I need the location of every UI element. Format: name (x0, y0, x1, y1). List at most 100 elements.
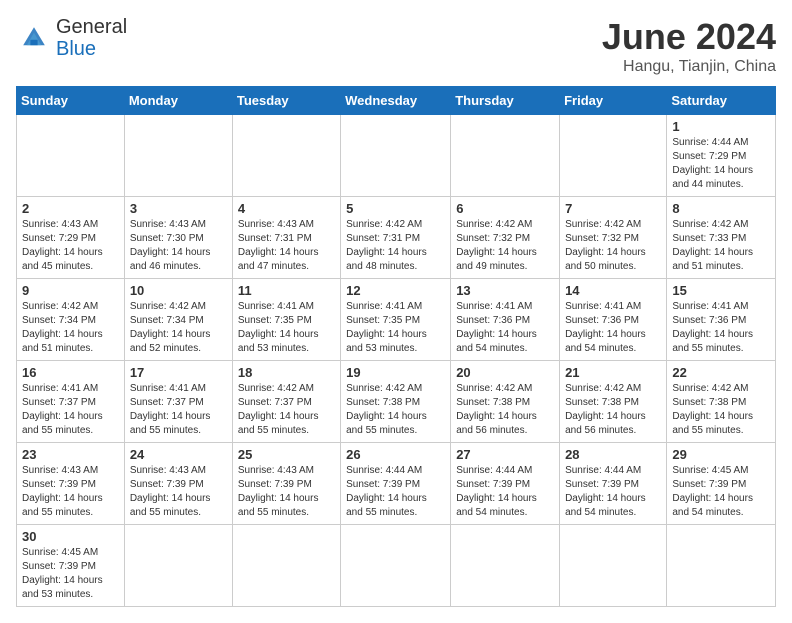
day-info: Sunrise: 4:42 AM Sunset: 7:38 PM Dayligh… (346, 382, 445, 438)
calendar-cell: 17Sunrise: 4:41 AM Sunset: 7:37 PM Dayli… (124, 361, 232, 443)
calendar-cell: 7 Sunrise: 4:42 AM Sunset: 7:32 PM Daylig… (560, 197, 667, 279)
day-info: Sunrise: 4:43 AM Sunset: 7:39 PM Dayligh… (22, 464, 119, 520)
day-info: Sunrise: 4:43 AM Sunset: 7:30 PM Dayligh… (130, 218, 227, 274)
calendar-cell: 15Sunrise: 4:41 AM Sunset: 7:36 PM Dayli… (667, 279, 776, 361)
logo-icon (16, 20, 52, 56)
logo-line1: General (56, 16, 127, 38)
calendar-cell: 16 Sunrise: 4:41 AM Sunset: 7:37 PM Dayli… (17, 361, 125, 443)
day-info: Sunrise: 4:43 AM Sunset: 7:39 PM Dayligh… (238, 464, 335, 520)
calendar-cell (341, 525, 451, 607)
day-number: 19 (346, 365, 445, 380)
calendar-table: SundayMondayTuesdayWednesdayThursdayFrid… (16, 86, 776, 607)
calendar-cell: 6Sunrise: 4:42 AM Sunset: 7:32 PM Daylig… (451, 197, 560, 279)
day-number: 15 (672, 283, 770, 298)
calendar-week-1: 1 Sunrise: 4:44 AM Sunset: 7:29 PM Daylig… (17, 115, 776, 197)
calendar-week-2: 2 Sunrise: 4:43 AM Sunset: 7:29 PM Daylig… (17, 197, 776, 279)
day-number: 16 (22, 365, 119, 380)
day-number: 28 (565, 447, 661, 462)
day-number: 2 (22, 201, 119, 216)
weekday-header-friday: Friday (560, 87, 667, 115)
calendar-cell: 23 Sunrise: 4:43 AM Sunset: 7:39 PM Dayli… (17, 443, 125, 525)
calendar-cell: 26 Sunrise: 4:44 AM Sunset: 7:39 PM Dayli… (341, 443, 451, 525)
day-number: 1 (672, 119, 770, 134)
day-number: 5 (346, 201, 445, 216)
day-info: Sunrise: 4:42 AM Sunset: 7:38 PM Dayligh… (565, 382, 661, 438)
day-number: 29 (672, 447, 770, 462)
day-info: Sunrise: 4:42 AM Sunset: 7:38 PM Dayligh… (672, 382, 770, 438)
day-info: Sunrise: 4:42 AM Sunset: 7:34 PM Dayligh… (22, 300, 119, 356)
day-number: 7 (565, 201, 661, 216)
calendar-week-6: 30 Sunrise: 4:45 AM Sunset: 7:39 PM Dayli… (17, 525, 776, 607)
calendar-cell: 18Sunrise: 4:42 AM Sunset: 7:37 PM Dayli… (232, 361, 340, 443)
day-number: 27 (456, 447, 554, 462)
day-info: Sunrise: 4:43 AM Sunset: 7:29 PM Dayligh… (22, 218, 119, 274)
calendar-cell (560, 525, 667, 607)
header: General Blue June 2024 Hangu, Tianjin, C… (16, 16, 776, 76)
calendar-cell (232, 525, 340, 607)
calendar-cell: 28Sunrise: 4:44 AM Sunset: 7:39 PM Dayli… (560, 443, 667, 525)
calendar-cell: 29 Sunrise: 4:45 AM Sunset: 7:39 PM Dayli… (667, 443, 776, 525)
day-info: Sunrise: 4:44 AM Sunset: 7:39 PM Dayligh… (346, 464, 445, 520)
calendar-cell: 8Sunrise: 4:42 AM Sunset: 7:33 PM Daylig… (667, 197, 776, 279)
weekday-header-saturday: Saturday (667, 87, 776, 115)
day-number: 9 (22, 283, 119, 298)
logo: General Blue (16, 16, 127, 60)
calendar-cell (451, 525, 560, 607)
day-info: Sunrise: 4:42 AM Sunset: 7:38 PM Dayligh… (456, 382, 554, 438)
calendar-cell: 12 Sunrise: 4:41 AM Sunset: 7:35 PM Dayli… (341, 279, 451, 361)
location-title: Hangu, Tianjin, China (602, 58, 776, 76)
day-info: Sunrise: 4:43 AM Sunset: 7:31 PM Dayligh… (238, 218, 335, 274)
day-number: 30 (22, 529, 119, 544)
calendar-cell (451, 115, 560, 197)
day-info: Sunrise: 4:41 AM Sunset: 7:36 PM Dayligh… (456, 300, 554, 356)
calendar-cell: 25 Sunrise: 4:43 AM Sunset: 7:39 PM Dayli… (232, 443, 340, 525)
calendar-cell: 30 Sunrise: 4:45 AM Sunset: 7:39 PM Dayli… (17, 525, 125, 607)
calendar-cell: 14Sunrise: 4:41 AM Sunset: 7:36 PM Dayli… (560, 279, 667, 361)
weekday-header-thursday: Thursday (451, 87, 560, 115)
weekday-header-monday: Monday (124, 87, 232, 115)
day-info: Sunrise: 4:45 AM Sunset: 7:39 PM Dayligh… (672, 464, 770, 520)
day-info: Sunrise: 4:41 AM Sunset: 7:35 PM Dayligh… (238, 300, 335, 356)
day-number: 11 (238, 283, 335, 298)
day-number: 12 (346, 283, 445, 298)
day-number: 13 (456, 283, 554, 298)
day-info: Sunrise: 4:42 AM Sunset: 7:31 PM Dayligh… (346, 218, 445, 274)
day-info: Sunrise: 4:41 AM Sunset: 7:37 PM Dayligh… (22, 382, 119, 438)
logo-line2: Blue (56, 38, 127, 60)
day-number: 22 (672, 365, 770, 380)
day-number: 23 (22, 447, 119, 462)
day-number: 24 (130, 447, 227, 462)
day-number: 26 (346, 447, 445, 462)
day-number: 14 (565, 283, 661, 298)
calendar-cell: 22 Sunrise: 4:42 AM Sunset: 7:38 PM Dayli… (667, 361, 776, 443)
day-number: 25 (238, 447, 335, 462)
calendar-cell: 9 Sunrise: 4:42 AM Sunset: 7:34 PM Daylig… (17, 279, 125, 361)
day-info: Sunrise: 4:45 AM Sunset: 7:39 PM Dayligh… (22, 546, 119, 602)
day-info: Sunrise: 4:41 AM Sunset: 7:35 PM Dayligh… (346, 300, 445, 356)
calendar-cell (17, 115, 125, 197)
day-number: 10 (130, 283, 227, 298)
calendar-cell: 1 Sunrise: 4:44 AM Sunset: 7:29 PM Daylig… (667, 115, 776, 197)
weekday-header-tuesday: Tuesday (232, 87, 340, 115)
calendar-cell: 20Sunrise: 4:42 AM Sunset: 7:38 PM Dayli… (451, 361, 560, 443)
calendar-cell: 3 Sunrise: 4:43 AM Sunset: 7:30 PM Daylig… (124, 197, 232, 279)
day-number: 17 (130, 365, 227, 380)
calendar-cell (124, 525, 232, 607)
day-number: 3 (130, 201, 227, 216)
day-info: Sunrise: 4:42 AM Sunset: 7:34 PM Dayligh… (130, 300, 227, 356)
calendar-week-5: 23 Sunrise: 4:43 AM Sunset: 7:39 PM Dayli… (17, 443, 776, 525)
calendar-cell (560, 115, 667, 197)
calendar-week-4: 16 Sunrise: 4:41 AM Sunset: 7:37 PM Dayli… (17, 361, 776, 443)
day-info: Sunrise: 4:42 AM Sunset: 7:32 PM Dayligh… (565, 218, 661, 274)
calendar-cell: 19 Sunrise: 4:42 AM Sunset: 7:38 PM Dayli… (341, 361, 451, 443)
day-info: Sunrise: 4:42 AM Sunset: 7:33 PM Dayligh… (672, 218, 770, 274)
day-info: Sunrise: 4:43 AM Sunset: 7:39 PM Dayligh… (130, 464, 227, 520)
title-block: June 2024 Hangu, Tianjin, China (602, 16, 776, 76)
day-number: 6 (456, 201, 554, 216)
day-info: Sunrise: 4:44 AM Sunset: 7:29 PM Dayligh… (672, 136, 770, 192)
calendar-cell: 21Sunrise: 4:42 AM Sunset: 7:38 PM Dayli… (560, 361, 667, 443)
day-number: 4 (238, 201, 335, 216)
weekday-header-sunday: Sunday (17, 87, 125, 115)
calendar-cell (232, 115, 340, 197)
calendar-cell: 10 Sunrise: 4:42 AM Sunset: 7:34 PM Dayli… (124, 279, 232, 361)
